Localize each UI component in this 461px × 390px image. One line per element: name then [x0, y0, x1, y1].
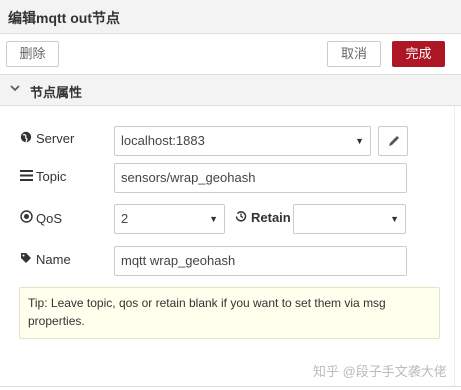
dropdown-arrow-icon: ▼ [390, 214, 399, 224]
globe-icon [19, 131, 33, 146]
retain-select[interactable]: ▼ [293, 204, 406, 234]
qos-value: 2 [121, 211, 129, 226]
topic-label: Topic [19, 169, 66, 184]
server-label-text: Server [36, 131, 75, 146]
delete-button[interactable]: 删除 [6, 41, 59, 67]
name-input[interactable]: mqtt wrap_geohash [114, 246, 407, 276]
retain-label-text: Retain [251, 210, 291, 225]
name-label: Name [19, 252, 71, 267]
qos-label-text: QoS [36, 211, 63, 226]
server-select[interactable]: localhost:1883 ▼ [114, 126, 371, 156]
server-label: Server [19, 131, 74, 146]
retain-label: Retain [234, 210, 291, 225]
topic-label-text: Topic [36, 169, 67, 184]
edit-server-button[interactable] [378, 126, 408, 156]
name-label-text: Name [36, 252, 71, 267]
empire-icon [19, 210, 33, 226]
section-title: 节点属性 [30, 85, 83, 100]
qos-select[interactable]: 2 ▼ [114, 204, 225, 234]
history-icon [234, 210, 248, 225]
bottom-divider [0, 386, 461, 387]
cancel-button[interactable]: 取消 [327, 41, 381, 67]
tag-icon [19, 252, 33, 267]
dialog-toolbar: 删除 取消 完成 [0, 34, 461, 72]
dropdown-arrow-icon: ▼ [355, 136, 364, 146]
watermark: 知乎 @段子手文袭大佬 [313, 364, 447, 379]
tasks-icon [19, 170, 33, 184]
server-value: localhost:1883 [121, 133, 205, 148]
tip-box: Tip: Leave topic, qos or retain blank if… [19, 287, 440, 339]
done-button[interactable]: 完成 [392, 41, 445, 67]
dropdown-arrow-icon: ▼ [209, 214, 218, 224]
scroll-divider [454, 106, 455, 386]
qos-label: QoS [19, 210, 62, 226]
topic-input[interactable]: sensors/wrap_geohash [114, 163, 407, 193]
dialog-title: 编辑mqtt out节点 [8, 10, 120, 26]
chevron-down-icon [10, 82, 20, 96]
node-properties-header[interactable]: 节点属性 [0, 74, 461, 106]
dialog-title-bar: 编辑mqtt out节点 [0, 0, 461, 34]
pencil-icon [387, 134, 401, 153]
